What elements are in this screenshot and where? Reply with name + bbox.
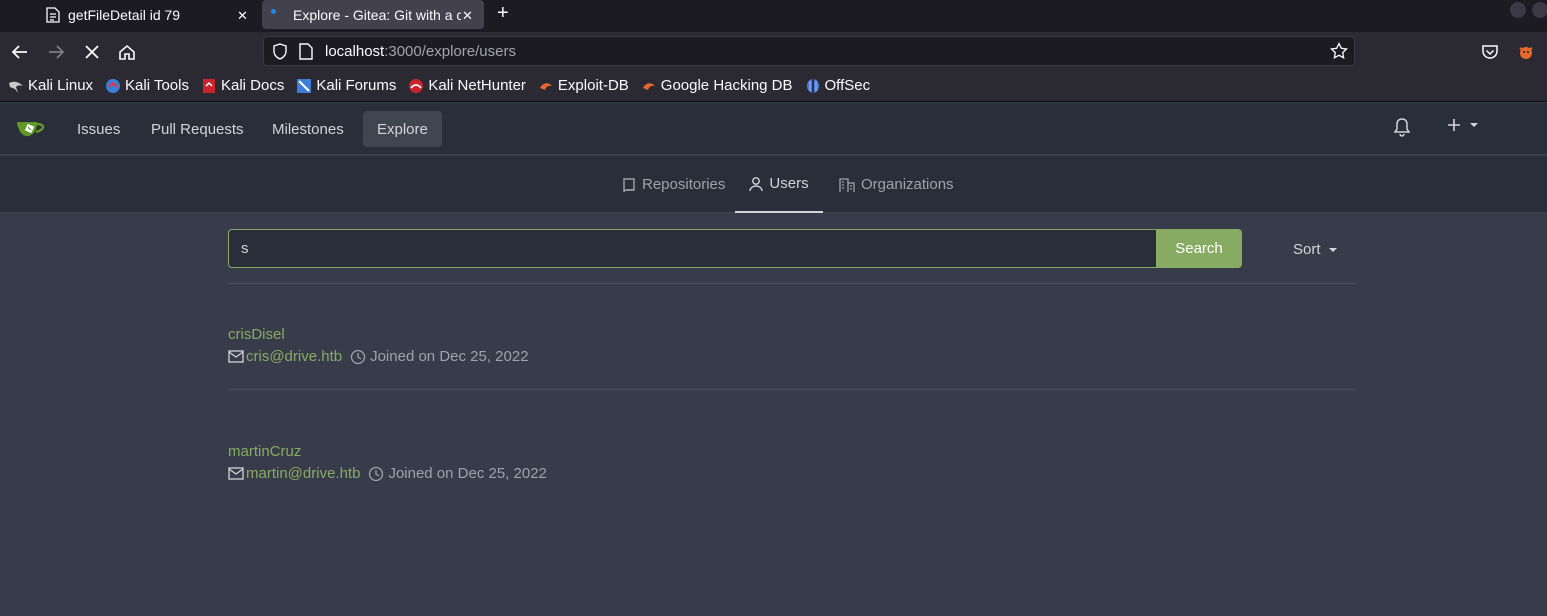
user-meta: martin@drive.htb Joined on Dec 25, 2022 <box>228 465 1356 482</box>
gitea-header: Issues Pull Requests Milestones Explore <box>0 103 1547 155</box>
bookmarks-bar: Kali Linux Kali Tools Kali Docs Kali For… <box>0 70 1547 102</box>
explore-subnav: Repositories Users Organizations <box>0 156 1547 213</box>
person-icon <box>749 176 764 191</box>
mail-icon <box>228 467 244 480</box>
search-input[interactable] <box>228 229 1156 268</box>
url-text: localhost:3000/explore/users <box>325 43 516 60</box>
kali-tools-icon <box>105 78 121 94</box>
extension-fox-icon[interactable] <box>1517 43 1535 61</box>
nav-explore[interactable]: Explore <box>363 111 442 147</box>
new-tab-icon[interactable]: + <box>497 2 509 25</box>
bookmark-offsec[interactable]: OffSec <box>805 77 870 94</box>
close-icon[interactable]: ✕ <box>237 8 248 24</box>
bookmark-kali-forums[interactable]: Kali Forums <box>296 77 396 94</box>
browser-tab-bar: getFileDetail id 79 ✕ Explore - Gitea: G… <box>0 0 1547 32</box>
create-menu-button[interactable] <box>1446 117 1478 133</box>
nav-pull-requests[interactable]: Pull Requests <box>137 111 258 147</box>
close-icon[interactable]: ✕ <box>462 8 473 24</box>
tab-title: getFileDetail id 79 <box>68 7 181 23</box>
plus-icon <box>1448 119 1460 131</box>
tab-users[interactable]: Users <box>735 156 823 213</box>
nav-issues[interactable]: Issues <box>63 111 134 147</box>
bookmark-kali-tools[interactable]: Kali Tools <box>105 77 189 94</box>
ghdb-icon <box>641 78 657 94</box>
forward-icon[interactable] <box>45 41 67 63</box>
back-icon[interactable] <box>9 41 31 63</box>
clock-icon <box>350 349 366 364</box>
tab-organizations[interactable]: Organizations <box>839 156 954 213</box>
user-name-link[interactable]: martinCruz <box>228 443 1356 460</box>
bookmark-exploit-db[interactable]: Exploit-DB <box>538 77 629 94</box>
kali-docs-icon <box>201 78 217 94</box>
tab-repositories[interactable]: Repositories <box>622 156 725 213</box>
nav-milestones[interactable]: Milestones <box>258 111 358 147</box>
exploit-db-icon <box>538 78 554 94</box>
bookmark-google-hacking-db[interactable]: Google Hacking DB <box>641 77 793 94</box>
bell-icon[interactable] <box>1393 117 1411 137</box>
kali-dragon-icon <box>8 78 24 94</box>
sort-dropdown[interactable]: Sort <box>1293 241 1337 258</box>
loading-dot-icon <box>271 9 276 14</box>
kali-nethunter-icon <box>408 78 424 94</box>
organization-icon <box>839 177 855 192</box>
search-button[interactable]: Search <box>1156 229 1242 268</box>
divider <box>228 389 1356 390</box>
user-name-link[interactable]: crisDisel <box>228 326 1356 343</box>
user-list-item: martinCruz martin@drive.htb Joined on De… <box>228 443 1356 482</box>
browser-tab-2[interactable]: Explore - Gitea: Git with a cup of tea ✕ <box>262 0 484 29</box>
minimize-icon[interactable] <box>1510 2 1526 18</box>
caret-down-icon <box>1328 247 1337 252</box>
user-list-item: crisDisel cris@drive.htb Joined on Dec 2… <box>228 326 1356 365</box>
user-meta: cris@drive.htb Joined on Dec 25, 2022 <box>228 348 1356 365</box>
stop-icon[interactable] <box>81 41 103 63</box>
user-email-link[interactable]: cris@drive.htb <box>246 348 342 365</box>
page-icon[interactable] <box>299 43 313 60</box>
mail-icon <box>228 350 244 363</box>
browser-tab-1[interactable]: getFileDetail id 79 ✕ <box>0 0 258 30</box>
home-icon[interactable] <box>116 41 138 63</box>
caret-down-icon <box>1470 123 1478 127</box>
kali-forums-icon <box>296 78 312 94</box>
user-joined-date: Joined on Dec 25, 2022 <box>370 348 529 365</box>
shield-icon[interactable] <box>272 43 288 60</box>
repo-icon <box>623 177 635 192</box>
bookmark-kali-docs[interactable]: Kali Docs <box>201 77 284 94</box>
user-search-form: Search <box>228 229 1242 268</box>
pocket-icon[interactable] <box>1481 43 1499 61</box>
user-email-link[interactable]: martin@drive.htb <box>246 465 360 482</box>
star-icon[interactable] <box>1330 42 1348 60</box>
tab-title: Explore - Gitea: Git with a cup of tea <box>293 6 461 23</box>
bookmark-kali-nethunter[interactable]: Kali NetHunter <box>408 77 526 94</box>
clock-icon <box>369 466 384 481</box>
divider <box>228 283 1356 284</box>
document-icon <box>46 7 60 23</box>
url-bar[interactable]: localhost:3000/explore/users <box>263 36 1355 66</box>
user-joined-date: Joined on Dec 25, 2022 <box>388 465 547 482</box>
gitea-logo-icon[interactable] <box>16 117 46 141</box>
maximize-icon[interactable] <box>1532 2 1547 18</box>
offsec-icon <box>805 78 821 94</box>
bookmark-kali-linux[interactable]: Kali Linux <box>8 77 93 94</box>
